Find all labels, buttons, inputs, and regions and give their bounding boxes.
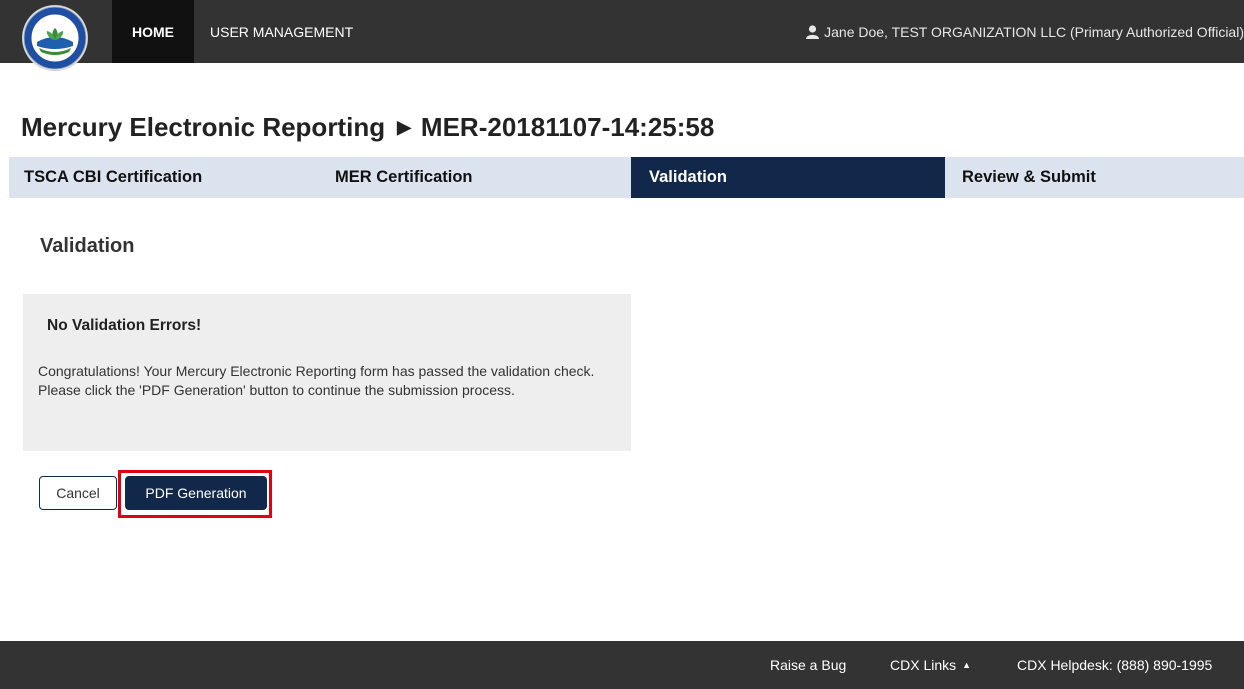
cdx-links-label: CDX Links (890, 657, 957, 673)
tab-tsca-cbi-certification[interactable]: TSCA CBI Certification (9, 157, 312, 198)
breadcrumb-arrow-icon: ▶ (397, 117, 411, 137)
cancel-button[interactable]: Cancel (39, 476, 117, 510)
alert-message-line-1: Congratulations! Your Mercury Electronic… (38, 363, 595, 379)
nav-home-link[interactable]: HOME (112, 0, 194, 63)
tab-review-submit[interactable]: Review & Submit (945, 157, 1244, 198)
pdf-generation-button[interactable]: PDF Generation (125, 476, 267, 510)
raise-a-bug-link[interactable]: Raise a Bug (770, 641, 846, 689)
user-icon (806, 24, 820, 39)
nav-user-management-link[interactable]: USER MANAGEMENT (210, 0, 353, 63)
user-name-label: Jane Doe, TEST ORGANIZATION LLC (Primary… (824, 23, 1244, 40)
tab-validation[interactable]: Validation (631, 157, 945, 198)
page-title-text: Mercury Electronic Reporting (21, 112, 386, 142)
tab-mer-certification[interactable]: MER Certification (312, 157, 631, 198)
footer-bar: Raise a Bug CDX Links ▲ CDX Helpdesk: (8… (0, 641, 1244, 689)
record-id: MER-20181107-14:25:58 (420, 112, 715, 142)
cdx-links-dropdown[interactable]: CDX Links ▲ (890, 641, 971, 689)
alert-message-line-2: Please click the 'PDF Generation' button… (38, 382, 515, 398)
cdx-helpdesk-link[interactable]: CDX Helpdesk: (888) 890-1995 (1017, 641, 1212, 689)
workflow-tabs: TSCA CBI Certification MER Certification… (9, 157, 1244, 198)
epa-seal-logo[interactable] (23, 6, 87, 70)
validation-result-panel: No Validation Errors! Congratulations! Y… (23, 294, 631, 451)
caret-up-icon: ▲ (962, 660, 972, 670)
alert-title: No Validation Errors! (47, 317, 202, 334)
page-title: Mercury Electronic Reporting ▶ MER-20181… (21, 112, 714, 143)
top-navigation-bar: HOME USER MANAGEMENT Jane Doe, TEST ORGA… (0, 0, 1244, 63)
alert-message: Congratulations! Your Mercury Electronic… (38, 362, 608, 400)
user-account-info[interactable]: Jane Doe, TEST ORGANIZATION LLC (Primary… (806, 0, 1244, 63)
section-title: Validation (40, 235, 135, 257)
